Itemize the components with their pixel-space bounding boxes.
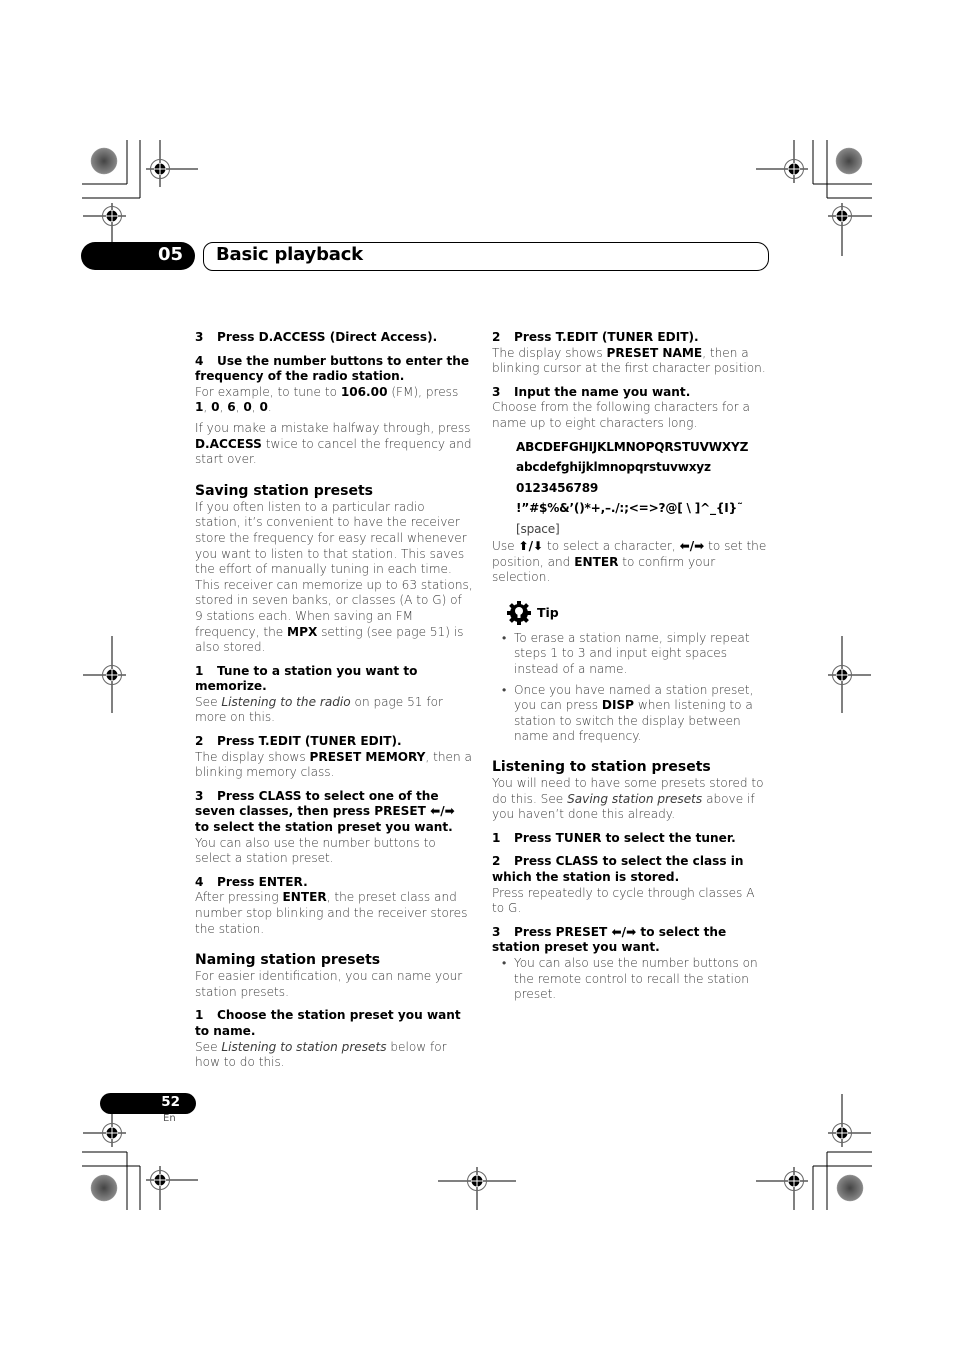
page-language: En bbox=[163, 1113, 176, 1124]
registration-mark bbox=[756, 1167, 808, 1210]
step-heading: 2 Press T.EDIT (TUNER EDIT). bbox=[195, 734, 402, 749]
step-heading: 1 Choose the station preset you want to n… bbox=[195, 1008, 461, 1038]
chapter-title: Basic playback bbox=[216, 244, 363, 265]
bullet-list: You can also use the number buttons on t… bbox=[492, 956, 770, 1003]
right-column: 2 Press T.EDIT (TUNER EDIT). The display … bbox=[492, 330, 770, 1008]
step-heading: 1 Press TUNER to select the tuner. bbox=[492, 830, 736, 845]
up-down-arrow-icon: ⬆/⬇ bbox=[518, 539, 544, 554]
step-heading: 3 Press CLASS to select one of the seven … bbox=[195, 788, 455, 835]
registration-mark bbox=[756, 140, 808, 183]
paragraph: If you make a mistake halfway through, p… bbox=[195, 420, 472, 467]
registration-mark bbox=[146, 1166, 198, 1210]
star-target-top-right bbox=[835, 147, 863, 175]
chapter-number-tab: 05 bbox=[81, 242, 195, 270]
tip-label: Tip bbox=[537, 605, 559, 621]
registration-mark bbox=[146, 140, 198, 187]
chapter-title-box: Basic playback bbox=[203, 242, 769, 271]
tip-list: To erase a station name, simply repeat s… bbox=[492, 631, 770, 745]
registration-mark bbox=[83, 1113, 126, 1147]
paragraph: You will need to have some presets store… bbox=[492, 776, 764, 822]
registration-mark bbox=[828, 1094, 871, 1147]
registration-mark bbox=[828, 636, 871, 713]
step-heading: 3 Press PRESET ⬅/➡ to select the station … bbox=[492, 924, 727, 955]
section-heading: Listening to station presets bbox=[492, 759, 711, 775]
step-heading: 4 Use the number buttons to enter the fre… bbox=[195, 353, 470, 384]
print-marks bbox=[82, 140, 872, 1210]
step-heading: 4 Press ENTER. bbox=[195, 874, 308, 889]
registration-mark bbox=[83, 636, 126, 713]
paragraph: After pressing ENTER, the preset class a… bbox=[195, 890, 468, 936]
charset-symbols: !”#$%&’()*+,–./:;<=>?@[ \ ]^_{I}˜ [space… bbox=[516, 501, 743, 536]
paragraph: If you often listen to a particular radi… bbox=[195, 499, 473, 655]
paragraph: See Listening to the radio on page 51 fo… bbox=[195, 694, 443, 725]
paragraph: Use ⬆/⬇ to select a character, ⬅/➡ to se… bbox=[492, 539, 767, 585]
charset-lowercase: abcdefghijklmnopqrstuvwxyz bbox=[516, 460, 711, 475]
step-heading: 2 Press T.EDIT (TUNER EDIT). bbox=[492, 330, 699, 344]
list-item: To erase a station name, simply repeat s… bbox=[502, 631, 770, 678]
section-heading: Saving station presets bbox=[195, 482, 374, 499]
paragraph: Choose from the following characters for… bbox=[492, 400, 750, 430]
lightbulb-gear-icon bbox=[507, 600, 531, 625]
left-right-arrow-icon: ⬅/➡ bbox=[611, 924, 637, 939]
registration-mark bbox=[438, 1167, 516, 1210]
paragraph: The display shows PRESET MEMORY, then a … bbox=[195, 749, 472, 780]
step-heading: 1 Tune to a station you want to memorize. bbox=[195, 663, 418, 694]
charset-digits: 0123456789 bbox=[516, 480, 599, 495]
list-item: You can also use the number buttons on t… bbox=[502, 956, 770, 1003]
paragraph: You can also use the number buttons to s… bbox=[195, 835, 436, 866]
step-heading: 3 Input the name you want. bbox=[492, 384, 691, 399]
paragraph: The display shows PRESET NAME, then a bl… bbox=[492, 345, 766, 376]
step-heading: 3 Press D.ACCESS (Direct Access). bbox=[195, 330, 438, 344]
chapter-number: 05 bbox=[157, 244, 183, 265]
left-column: 3 Press D.ACCESS (Direct Access). 4 Use th… bbox=[195, 330, 473, 1071]
star-target-bottom-right bbox=[836, 1174, 864, 1202]
section-heading: Naming station presets bbox=[195, 952, 381, 969]
star-target-top-left bbox=[90, 147, 118, 175]
paragraph: Press repeatedly to cycle through classe… bbox=[492, 885, 755, 916]
paragraph: See Listening to station presets below f… bbox=[195, 1039, 447, 1070]
page-number: 52 bbox=[161, 1094, 180, 1110]
registration-mark bbox=[828, 203, 872, 256]
page-number-tab: 52 bbox=[100, 1093, 196, 1114]
left-right-arrow-icon: ⬅/➡ bbox=[430, 804, 455, 819]
paragraph: For easier identification, you can name … bbox=[195, 969, 463, 999]
list-item: Once you have named a station preset, yo… bbox=[502, 683, 770, 745]
charset-uppercase: ABCDEFGHIJKLMNOPQRSTUVWXYZ bbox=[516, 439, 749, 454]
step-heading: 2 Press CLASS to select the class in whic… bbox=[492, 854, 744, 884]
tip-header: Tip bbox=[506, 600, 770, 626]
registration-mark bbox=[83, 203, 126, 244]
left-right-arrow-icon: ⬅/➡ bbox=[679, 539, 705, 554]
star-target-bottom-left bbox=[90, 1174, 118, 1202]
paragraph: For example, to tune to 106.00 (FM), pre… bbox=[195, 384, 459, 415]
